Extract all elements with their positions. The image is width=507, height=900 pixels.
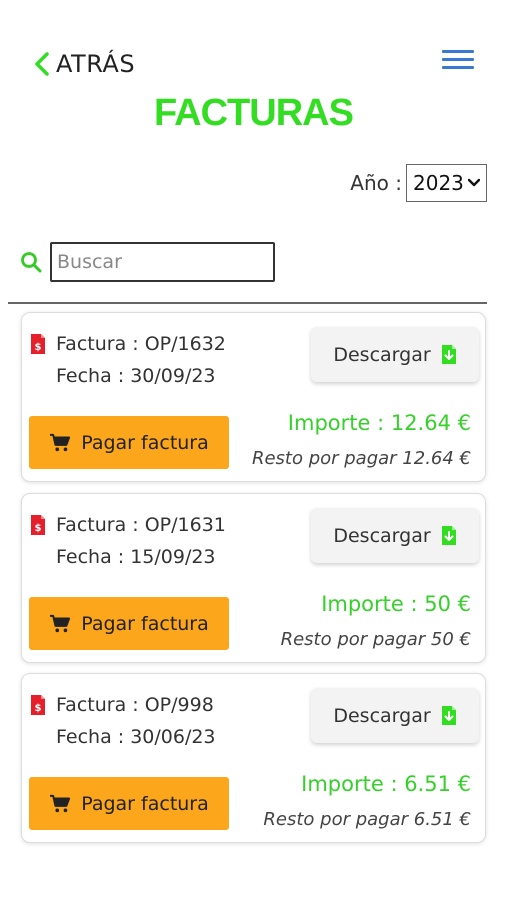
invoice-date: Fecha : 30/09/23 [56,365,216,387]
chevron-down-icon [468,178,480,187]
invoice-date: Fecha : 30/06/23 [56,726,216,748]
remaining-amount: Resto por pagar 6.51 € [263,809,471,830]
invoice-info: $ Factura : OP/1631 Fecha : 15/09/23 [30,514,226,568]
page-title: FACTURAS [154,92,354,134]
svg-text:$: $ [35,342,42,353]
remaining-amount: Resto por pagar 50 € [280,629,471,650]
shopping-cart-icon [50,794,71,812]
year-select[interactable]: 2023 [406,164,487,202]
pay-invoice-button[interactable]: Pagar factura [29,597,229,650]
search-icon [21,252,42,273]
pay-invoice-label: Pagar factura [81,431,209,454]
hamburger-menu-icon[interactable] [442,50,474,70]
back-button[interactable]: ATRÁS [34,50,135,78]
download-button[interactable]: Descargar [311,327,479,382]
download-button[interactable]: Descargar [311,688,479,743]
year-label: Año : [350,171,402,195]
year-filter: Año : 2023 [350,164,487,202]
invoice-amount: Importe : 12.64 € [287,411,471,435]
download-label: Descargar [333,343,431,366]
invoice-number: Factura : OP/1632 [56,333,226,355]
pdf-file-icon: $ [31,695,45,715]
invoice-card: $ Factura : OP/1632 Fecha : 30/09/23 Des… [21,312,486,482]
search-input[interactable] [50,242,275,282]
shopping-cart-icon [50,614,71,632]
invoice-amount: Importe : 50 € [321,592,471,616]
pdf-file-icon: $ [31,515,45,535]
invoice-card: $ Factura : OP/1631 Fecha : 15/09/23 Des… [21,493,486,663]
pay-invoice-button[interactable]: Pagar factura [29,416,229,469]
chevron-left-icon [35,52,49,76]
pay-invoice-button[interactable]: Pagar factura [29,777,229,830]
pay-invoice-label: Pagar factura [81,792,209,815]
pdf-file-icon: $ [31,334,45,354]
remaining-amount: Resto por pagar 12.64 € [251,448,471,469]
invoice-info: $ Factura : OP/998 Fecha : 30/06/23 [30,694,216,748]
divider [8,302,487,304]
year-value: 2023 [413,171,464,195]
invoice-info: $ Factura : OP/1632 Fecha : 30/09/23 [30,333,226,387]
invoice-date: Fecha : 15/09/23 [56,546,216,568]
pay-invoice-label: Pagar factura [81,612,209,635]
invoice-number: Factura : OP/1631 [56,514,226,536]
download-file-icon [441,345,456,364]
download-label: Descargar [333,704,431,727]
download-file-icon [441,706,456,725]
invoice-number: Factura : OP/998 [56,694,214,716]
svg-text:$: $ [35,523,42,534]
invoice-amount: Importe : 6.51 € [301,772,471,796]
search-bar [20,242,275,282]
download-label: Descargar [333,524,431,547]
back-label: ATRÁS [56,50,136,78]
invoice-card: $ Factura : OP/998 Fecha : 30/06/23 Desc… [21,673,486,843]
svg-text:$: $ [35,703,42,714]
shopping-cart-icon [50,433,71,451]
download-button[interactable]: Descargar [311,508,479,563]
download-file-icon [441,526,456,545]
